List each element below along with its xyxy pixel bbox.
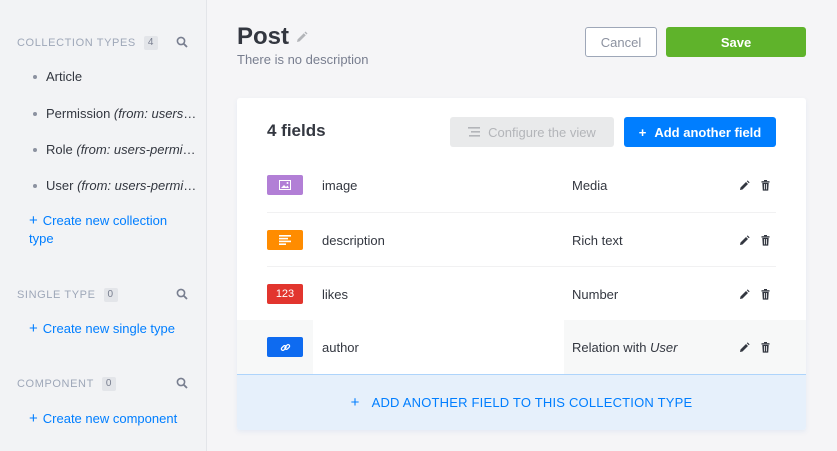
page-description: There is no description [237,52,369,67]
table-row[interactable]: description Rich text [237,213,806,267]
sidebar-item-role[interactable]: Role (from: users-permissions) [33,142,199,157]
create-component-link[interactable]: + Create new component [29,410,177,428]
component-heading: Component 0 [17,377,117,391]
field-type: Rich text [572,232,623,248]
collection-types-count: 4 [143,36,158,50]
edit-pencil-icon[interactable] [739,341,750,353]
add-another-field-button[interactable]: + Add another field [624,117,776,147]
field-type: Relation with User [572,339,678,355]
bullet-icon [33,147,37,152]
image-icon [267,175,303,195]
text-lines-icon [267,230,303,250]
sidebar-item-permission[interactable]: Permission (from: users-permissions) [33,106,199,121]
field-name: likes [322,286,349,302]
table-row[interactable]: author Relation with User [237,320,806,374]
fields-card: 4 fields Configure the view + Add anothe… [237,98,806,430]
configure-view-button[interactable]: Configure the view [450,117,614,147]
bullet-icon [33,183,37,188]
edit-pencil-icon[interactable] [739,234,750,246]
sidebar-item-user[interactable]: User (from: users-permissions) [33,178,199,193]
page-title: Post [237,23,308,51]
field-name: author [322,339,359,355]
trash-icon[interactable] [760,341,771,353]
field-type: Number [572,286,619,302]
sidebar-item-article[interactable]: Article [33,69,199,84]
search-icon[interactable] [176,36,188,48]
edit-pencil-icon[interactable] [739,288,750,300]
save-button[interactable]: Save [666,27,806,57]
field-name: description [322,232,385,248]
plus-icon: + [29,320,38,337]
plus-icon: + [29,212,38,229]
single-type-heading: Single Type 0 [17,288,118,302]
bullet-icon [33,111,37,116]
cancel-button[interactable]: Cancel [585,27,657,57]
table-row[interactable]: 123 likes Number [237,267,806,321]
trash-icon[interactable] [760,179,771,191]
create-collection-type-link[interactable]: + Create new collection type [29,212,189,248]
single-type-count: 0 [103,288,118,302]
table-row[interactable]: image Media [237,158,806,212]
number-icon: 123 [267,284,303,304]
bullet-icon [33,74,37,79]
search-icon[interactable] [176,288,188,300]
field-name: image [322,177,358,193]
field-type: Media [572,177,608,193]
collection-types-heading: Collection Types 4 [17,36,158,50]
trash-icon[interactable] [760,234,771,246]
component-count: 0 [101,377,117,391]
trash-icon[interactable] [760,288,771,300]
fields-count: 4 fields [267,121,326,140]
plus-icon: + [29,410,38,427]
edit-pencil-icon[interactable] [739,179,750,191]
plus-icon: + [350,394,360,411]
edit-pencil-icon[interactable] [295,31,308,44]
plus-icon: + [638,124,647,140]
search-icon[interactable] [176,377,188,389]
add-field-to-collection-button[interactable]: + ADD ANOTHER FIELD TO THIS COLLECTION T… [237,374,806,430]
sidebar: Collection Types 4 Article Permission (f… [0,0,207,451]
list-settings-icon [468,127,481,137]
link-icon [267,337,303,357]
create-single-type-link[interactable]: + Create new single type [29,320,175,338]
